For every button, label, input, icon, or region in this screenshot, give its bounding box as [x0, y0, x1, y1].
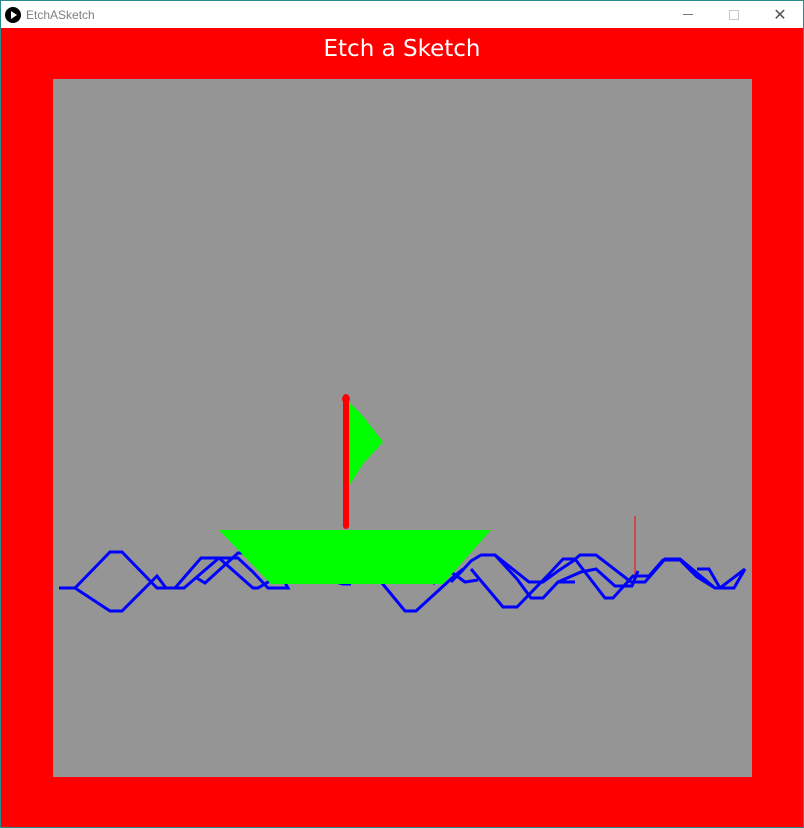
sketch-heading: Etch a Sketch: [323, 36, 481, 62]
maximize-button[interactable]: [711, 1, 757, 28]
window-controls: ✕: [665, 1, 803, 28]
wave-line: [493, 553, 575, 600]
boat-sail: [344, 399, 383, 486]
window-title: EtchASketch: [26, 7, 95, 22]
minimize-button[interactable]: [665, 1, 711, 28]
boat-hull: [219, 530, 491, 584]
sketch-frame: Etch a Sketch: [1, 28, 803, 827]
play-icon: [5, 6, 21, 23]
drawing-svg: [59, 394, 747, 613]
close-button[interactable]: ✕: [757, 1, 803, 28]
title-bar[interactable]: EtchASketch ✕: [1, 1, 803, 28]
app-window: EtchASketch ✕ Etch a Sketch: [0, 0, 804, 828]
close-icon: ✕: [773, 5, 787, 24]
drawing-canvas[interactable]: [53, 79, 752, 777]
